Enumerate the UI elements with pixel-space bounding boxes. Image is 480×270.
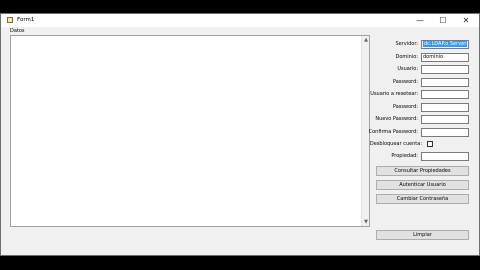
confirma-password-label: Confirma Password: <box>368 129 418 135</box>
datos-label: Datos <box>10 28 25 34</box>
servidor-input[interactable]: dc.LDAP.o.Server <box>421 40 469 49</box>
usuario-reset-label: Usuario a resetear: <box>370 91 418 97</box>
minimize-icon[interactable]: — <box>409 14 431 27</box>
usuario-reset-input[interactable] <box>421 90 469 99</box>
consultar-propiedades-button[interactable]: Consultar Propiedades <box>376 166 469 176</box>
cambiar-contrasena-button[interactable]: Cambiar Contraseña <box>376 194 469 204</box>
password-reset-label: Password: <box>392 104 418 110</box>
title-bar[interactable]: Form1 — ☐ ✕ <box>1 14 479 27</box>
usuario-label: Usuario: <box>397 66 418 72</box>
dominio-label: Dominio: <box>395 54 418 60</box>
datos-textarea[interactable]: ▲ ▼ <box>10 35 370 227</box>
window-title: Form1 <box>17 17 35 23</box>
close-icon[interactable]: ✕ <box>455 14 477 27</box>
password-label: Password: <box>392 79 418 85</box>
confirma-password-input[interactable] <box>421 128 469 137</box>
password-input[interactable] <box>421 78 469 87</box>
nuevo-password-label: Nuevo Password: <box>375 116 418 122</box>
limpiar-button[interactable]: Limpiar <box>376 230 469 240</box>
propiedad-input[interactable] <box>421 152 469 161</box>
password-reset-input[interactable] <box>421 103 469 112</box>
usuario-input[interactable] <box>421 65 469 74</box>
autenticar-usuario-button[interactable]: Autenticar Usuario <box>376 180 469 190</box>
propiedad-label: Propiedad: <box>391 153 418 159</box>
servidor-value: dc.LDAP.o.Server <box>423 41 468 47</box>
scroll-down-arrow-icon[interactable]: ▼ <box>363 219 369 225</box>
desbloquear-checkbox[interactable] <box>427 141 433 147</box>
desbloquear-label: Desbloquear cuenta: <box>369 141 422 147</box>
maximize-icon[interactable]: ☐ <box>432 14 454 27</box>
nuevo-password-input[interactable] <box>421 115 469 124</box>
scroll-up-arrow-icon[interactable]: ▲ <box>363 37 369 43</box>
dominio-input[interactable]: dominio <box>421 53 469 62</box>
form-app-icon <box>7 17 13 23</box>
servidor-label: Servidor: <box>395 41 418 47</box>
